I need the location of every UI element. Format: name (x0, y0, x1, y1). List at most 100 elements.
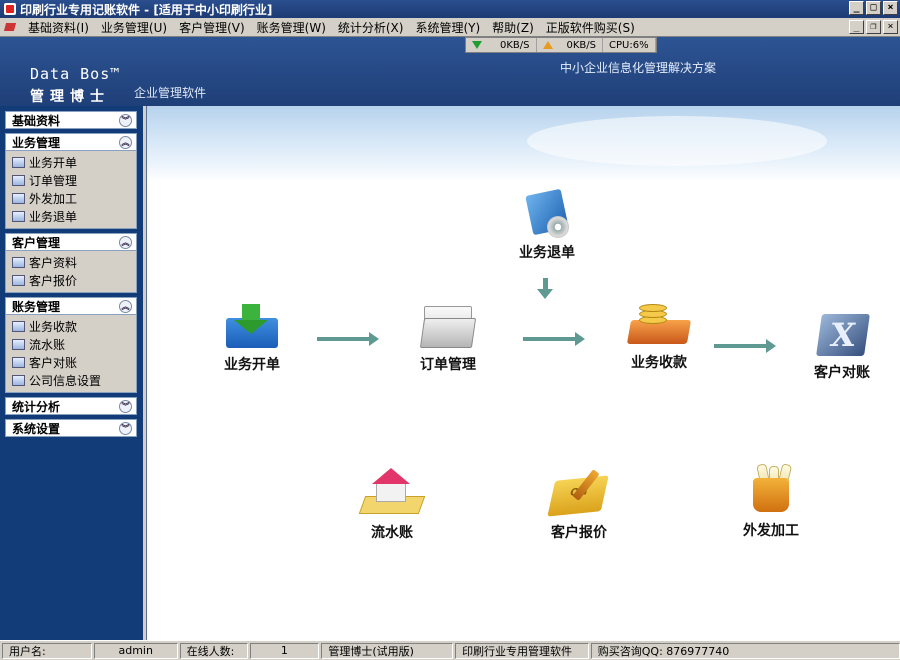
flow-arrow-down (537, 278, 553, 299)
flow-node-payment[interactable]: 业务收款 (623, 302, 695, 372)
status-edition: 管理博士(试用版) (321, 642, 454, 659)
return-order-icon (521, 188, 573, 238)
status-contact: 购买咨询QQ: 876977740 (590, 642, 900, 659)
sidebar-group-header-statistics[interactable]: 统计分析 ︾ (5, 397, 137, 415)
monitor-icon (12, 192, 25, 204)
sidebar-item-return-order[interactable]: 业务退单 (6, 207, 136, 225)
brand-name-cn: 管理博士 (30, 89, 110, 105)
download-arrow-icon (472, 41, 482, 49)
settings-icon (12, 374, 25, 386)
sidebar-item-customer-info[interactable]: 客户资料 (6, 253, 136, 271)
flow-node-reconcile[interactable]: X 客户对账 (807, 312, 877, 382)
sidebar-group-system: 系统设置 ︾ (5, 419, 137, 437)
main-flow-area: 业务退单 业务开单 订单管理 业务收款 X 客户对账 流水账 ON 客户报价 (146, 106, 900, 640)
network-status: 0KB/S 0KB/S CPU:6% (465, 37, 657, 53)
flow-node-return-order[interactable]: 业务退单 (515, 188, 579, 262)
mdi-minimize-button[interactable]: _ (849, 20, 864, 34)
menu-basic-data[interactable]: 基础资料(I) (22, 19, 95, 36)
list-icon (12, 174, 25, 186)
sidebar-group-header-business[interactable]: 业务管理 ︽ (5, 133, 137, 151)
sidebar-group-header-system[interactable]: 系统设置 ︾ (5, 419, 137, 437)
status-online-label: 在线人数: (179, 642, 248, 659)
folder-icon (419, 304, 477, 350)
flow-node-order-mgmt[interactable]: 订单管理 (415, 304, 481, 374)
menu-accounts[interactable]: 账务管理(W) (251, 19, 332, 36)
menu-statistics[interactable]: 统计分析(X) (332, 19, 410, 36)
sidebar-item-order-mgmt[interactable]: 订单管理 (6, 171, 136, 189)
mdi-controls: _ ❐ × (849, 20, 898, 34)
sidebar-item-open-order[interactable]: 业务开单 (6, 153, 136, 171)
mdi-close-button[interactable]: × (883, 20, 898, 34)
window-controls: _ □ × (849, 1, 898, 15)
chevron-up-icon[interactable]: ︽ (119, 136, 132, 149)
flow-node-journal[interactable]: 流水账 (358, 468, 426, 542)
contacts-icon (12, 256, 25, 268)
sidebar-item-outsource[interactable]: 外发加工 (6, 189, 136, 207)
menu-system[interactable]: 系统管理(Y) (409, 19, 486, 36)
notepad-pen-icon: ON (547, 468, 610, 518)
upload-arrow-icon (542, 41, 553, 49)
flow-arrow-3 (714, 339, 776, 353)
chevron-down-icon[interactable]: ︾ (119, 422, 132, 435)
status-online-value: 1 (249, 642, 320, 659)
chevron-up-icon[interactable]: ︽ (119, 300, 132, 313)
menu-help[interactable]: 帮助(Z) (486, 19, 540, 36)
scroll-cup-icon (741, 463, 801, 516)
status-user-label: 用户名: (2, 642, 92, 659)
reconcile-x-icon: X (815, 312, 870, 358)
menu-bar: 基础资料(I) 业务管理(U) 客户管理(V) 账务管理(W) 统计分析(X) … (0, 18, 900, 37)
sidebar-group-header-basic[interactable]: 基础资料 ︾ (5, 111, 137, 129)
menu-purchase[interactable]: 正版软件购买(S) (540, 19, 641, 36)
document-icon[interactable] (4, 21, 16, 33)
window-titlebar: 印刷行业专用记账软件 - [适用于中小印刷行业] _ □ × (0, 0, 900, 18)
sidebar-group-accounts: 账务管理 ︽ 业务收款 流水账 客户对账 公司信息设置 (5, 297, 137, 393)
reconcile-icon (12, 356, 25, 368)
brand-name-en: Data Bos™ (30, 65, 121, 83)
sidebar-group-business: 业务管理 ︽ 业务开单 订单管理 外发加工 业务退单 (5, 133, 137, 229)
status-product: 印刷行业专用管理软件 (455, 642, 589, 659)
payment-card-icon (626, 302, 692, 348)
sidebar: 基础资料 ︾ 业务管理 ︽ 业务开单 订单管理 外发加工 业务退单 客户管理 ︽… (0, 106, 143, 640)
sky-background (147, 106, 900, 182)
chevron-up-icon[interactable]: ︽ (119, 236, 132, 249)
flow-node-open-order[interactable]: 业务开单 (219, 304, 285, 374)
sidebar-item-payment[interactable]: 业务收款 (6, 317, 136, 335)
status-user-value: admin (93, 642, 178, 659)
sidebar-group-basic: 基础资料 ︾ (5, 111, 137, 129)
sidebar-item-journal[interactable]: 流水账 (6, 335, 136, 353)
minimize-button[interactable]: _ (849, 1, 864, 15)
cpu-usage: CPU:6% (603, 38, 656, 52)
house-icon (358, 468, 426, 518)
sidebar-group-header-customer[interactable]: 客户管理 ︽ (5, 233, 137, 251)
menu-business[interactable]: 业务管理(U) (95, 19, 173, 36)
window-title: 印刷行业专用记账软件 - [适用于中小印刷行业] (20, 2, 273, 17)
flow-node-outsource[interactable]: 外发加工 (735, 463, 807, 540)
header-slogan: 中小企业信息化管理解决方案 (560, 61, 717, 75)
mdi-restore-button[interactable]: ❐ (866, 20, 881, 34)
sidebar-group-customer: 客户管理 ︽ 客户资料 客户报价 (5, 233, 137, 293)
return-icon (12, 210, 25, 222)
app-icon (4, 3, 16, 15)
payment-icon (12, 320, 25, 332)
status-bar: 用户名: admin 在线人数: 1 管理博士(试用版) 印刷行业专用管理软件 … (0, 640, 900, 660)
sidebar-item-company-settings[interactable]: 公司信息设置 (6, 371, 136, 389)
header-banner: Data Bos™ 管理博士 企业管理软件 中小企业信息化管理解决方案 (0, 37, 900, 106)
sidebar-item-reconcile[interactable]: 客户对账 (6, 353, 136, 371)
flow-arrow-1 (317, 332, 379, 346)
menu-customer[interactable]: 客户管理(V) (173, 19, 251, 36)
quote-icon (12, 274, 25, 286)
close-button[interactable]: × (883, 1, 898, 15)
flow-arrow-2 (523, 332, 585, 346)
open-order-icon (224, 304, 280, 350)
flow-node-quote[interactable]: ON 客户报价 (543, 468, 615, 542)
sidebar-item-customer-quote[interactable]: 客户报价 (6, 271, 136, 289)
sidebar-group-header-accounts[interactable]: 账务管理 ︽ (5, 297, 137, 315)
journal-icon (12, 338, 25, 350)
sidebar-group-statistics: 统计分析 ︾ (5, 397, 137, 415)
brand-subtitle: 企业管理软件 (134, 86, 207, 100)
upload-speed: 0KB/S (537, 38, 603, 52)
chevron-down-icon[interactable]: ︾ (119, 400, 132, 413)
download-speed: 0KB/S (466, 38, 537, 52)
maximize-button[interactable]: □ (866, 1, 881, 15)
chevron-down-icon[interactable]: ︾ (119, 114, 132, 127)
